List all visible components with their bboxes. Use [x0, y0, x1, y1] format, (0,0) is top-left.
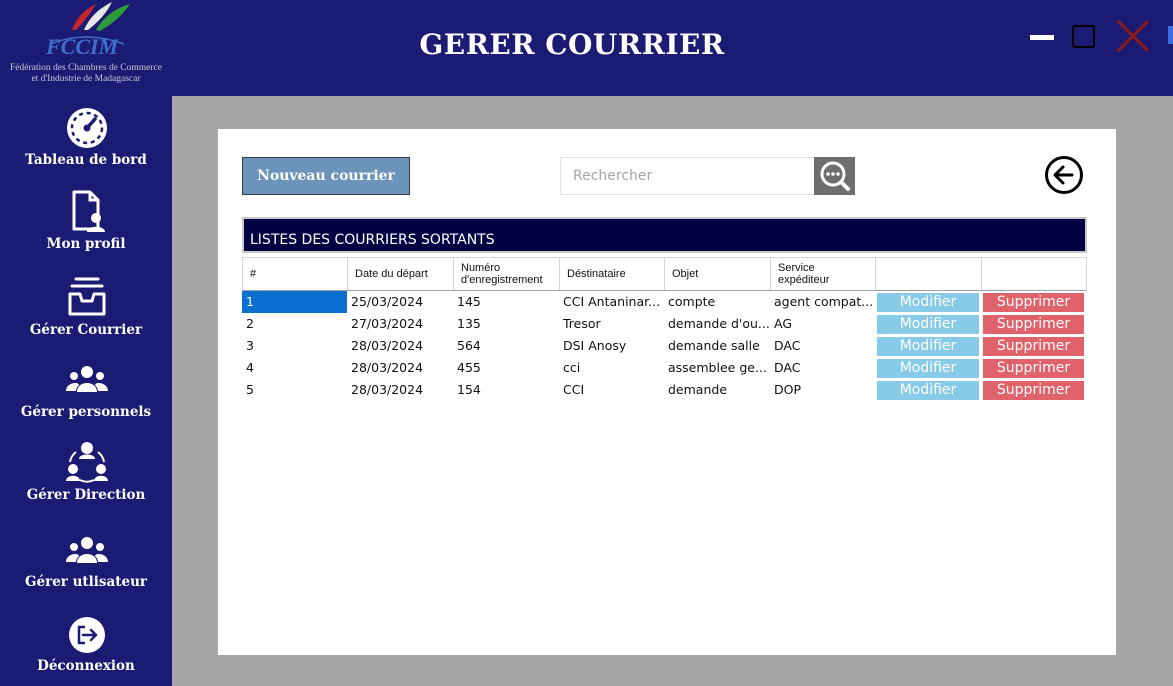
cell-objet[interactable]: assemblee ge... — [664, 357, 770, 379]
sidebar-item-label: Mon profil — [46, 236, 126, 252]
column-header-id[interactable]: # — [243, 258, 348, 290]
sidebar-item-gerer-utilisateur[interactable]: Gérer utlisateur — [0, 533, 172, 593]
table-row[interactable]: 5 28/03/2024 154 CCI demande DOP Modifier Suppr… — [242, 379, 1087, 401]
cell-date[interactable]: 28/03/2024 — [347, 357, 453, 379]
inbox-tray-icon — [66, 276, 108, 318]
cell-date[interactable]: 27/03/2024 — [347, 313, 453, 335]
cell-objet[interactable]: demande — [664, 379, 770, 401]
modifier-button[interactable]: Modifier — [877, 293, 979, 312]
table-row[interactable]: 4 28/03/2024 455 cci assemblee ge... DAC Modif… — [242, 357, 1087, 379]
cell-destinataire[interactable]: cci — [559, 357, 664, 379]
modifier-button[interactable]: Modifier — [877, 337, 979, 356]
cell-id[interactable]: 1 — [242, 291, 347, 313]
cell-numero[interactable]: 135 — [453, 313, 559, 335]
sidebar-item-tableau-de-bord[interactable]: Tableau de bord — [0, 107, 172, 173]
column-header-objet[interactable]: Objet — [665, 258, 771, 290]
supprimer-button[interactable]: Supprimer — [983, 337, 1084, 356]
search-icon[interactable] — [814, 157, 855, 195]
supprimer-button[interactable]: Supprimer — [983, 359, 1084, 378]
cell-date[interactable]: 28/03/2024 — [347, 335, 453, 357]
title-bar: FCCIM Fédération des Chambres de Commerc… — [0, 0, 1173, 96]
cell-service[interactable]: agent compat... — [770, 291, 875, 313]
list-title-bar: LISTES DES COURRIERS SORTANTS — [242, 217, 1087, 253]
sidebar-item-mon-profil[interactable]: Mon profil — [0, 190, 172, 254]
modifier-button[interactable]: Modifier — [877, 315, 979, 334]
new-courrier-button[interactable]: Nouveau courrier — [242, 157, 410, 195]
cell-numero[interactable]: 564 — [453, 335, 559, 357]
window-edge-marker — [1168, 26, 1173, 44]
sidebar: Tableau de bord Mon profil Gérer Courrie… — [0, 96, 172, 686]
cell-service[interactable]: DOP — [770, 379, 875, 401]
profile-document-icon — [66, 190, 108, 232]
cell-id[interactable]: 5 — [242, 379, 347, 401]
cell-date[interactable]: 28/03/2024 — [347, 379, 453, 401]
table-row[interactable]: 3 28/03/2024 564 DSI Anosy demande salle DAC M… — [242, 335, 1087, 357]
table-row[interactable]: 2 27/03/2024 135 Tresor demande d'ou... AG Mod… — [242, 313, 1087, 335]
sidebar-item-label: Tableau de bord — [25, 152, 147, 168]
people-group-icon — [66, 362, 108, 404]
sidebar-item-label: Gérer personnels — [20, 404, 152, 420]
cell-service[interactable]: DAC — [770, 357, 875, 379]
cell-destinataire[interactable]: Tresor — [559, 313, 664, 335]
sidebar-item-label: Gérer Courrier — [29, 322, 143, 338]
logo-caption-line1: Fédération des Chambres de Commerce — [10, 63, 162, 73]
column-header-date[interactable]: Date du départ — [348, 258, 454, 290]
logo-caption: Fédération des Chambres de Commerce et d… — [0, 63, 172, 85]
courriers-table: # Date du départ Numéro d'enregistrement… — [242, 257, 1087, 401]
cell-destinataire[interactable]: CCI — [559, 379, 664, 401]
sidebar-item-gerer-courrier[interactable]: Gérer Courrier — [0, 276, 172, 340]
cell-date[interactable]: 25/03/2024 — [347, 291, 453, 313]
main-panel: Nouveau courrier LISTES DES COURRIERS SO… — [218, 129, 1116, 655]
search-input[interactable] — [561, 158, 814, 194]
cell-numero[interactable]: 455 — [453, 357, 559, 379]
modifier-button[interactable]: Modifier — [877, 359, 979, 378]
org-network-icon — [66, 440, 108, 483]
modifier-button[interactable]: Modifier — [877, 381, 979, 400]
back-arrow-icon[interactable] — [1044, 155, 1084, 195]
column-header-supprimer — [982, 258, 1086, 290]
supprimer-button[interactable]: Supprimer — [983, 381, 1084, 400]
users-group-icon — [66, 533, 108, 575]
fccim-logo: FCCIM Fédération des Chambres de Commerc… — [0, 0, 172, 96]
logo-graphic: FCCIM — [45, 2, 130, 59]
sidebar-item-label: Gérer utlisateur — [24, 574, 148, 590]
cell-destinataire[interactable]: CCI Antaninar... — [559, 291, 664, 313]
logout-icon — [68, 616, 106, 654]
sidebar-item-gerer-direction[interactable]: Gérer Direction — [0, 440, 172, 506]
table-header: # Date du départ Numéro d'enregistrement… — [242, 257, 1087, 291]
cell-id[interactable]: 4 — [242, 357, 347, 379]
sidebar-item-label: Déconnexion — [37, 658, 135, 674]
cell-id[interactable]: 2 — [242, 313, 347, 335]
cell-numero[interactable]: 154 — [453, 379, 559, 401]
minimize-icon[interactable] — [1030, 35, 1054, 40]
cell-objet[interactable]: demande d'ou... — [664, 313, 770, 335]
cell-objet[interactable]: demande salle — [664, 335, 770, 357]
list-title: LISTES DES COURRIERS SORTANTS — [250, 232, 495, 248]
cell-id[interactable]: 3 — [242, 335, 347, 357]
cell-destinataire[interactable]: DSI Anosy — [559, 335, 664, 357]
supprimer-button[interactable]: Supprimer — [983, 315, 1084, 334]
column-header-destinataire[interactable]: Déstinataire — [560, 258, 665, 290]
page-title: GERER COURRIER — [419, 28, 725, 61]
table-row[interactable]: 1 25/03/2024 145 CCI Antaninar... compte agen… — [242, 291, 1087, 313]
supprimer-button[interactable]: Supprimer — [983, 293, 1084, 312]
column-header-modifier — [876, 258, 982, 290]
column-header-numero[interactable]: Numéro d'enregistrement — [454, 258, 560, 290]
sidebar-item-deconnexion[interactable]: Déconnexion — [0, 616, 172, 678]
search-box — [560, 157, 815, 195]
dashboard-gauge-icon — [66, 107, 108, 149]
cell-service[interactable]: AG — [770, 313, 875, 335]
cell-numero[interactable]: 145 — [453, 291, 559, 313]
cell-service[interactable]: DAC — [770, 335, 875, 357]
column-header-service[interactable]: Service expéditeur — [771, 258, 876, 290]
logo-caption-line2: et d'Industrie de Madagascar — [31, 74, 141, 84]
close-icon[interactable] — [1115, 18, 1151, 54]
sidebar-item-label: Gérer Direction — [26, 487, 146, 503]
sidebar-item-gerer-personnels[interactable]: Gérer personnels — [0, 362, 172, 422]
cell-objet[interactable]: compte — [664, 291, 770, 313]
maximize-icon[interactable] — [1072, 25, 1095, 48]
table-body: 1 25/03/2024 145 CCI Antaninar... compte agen… — [242, 291, 1087, 401]
